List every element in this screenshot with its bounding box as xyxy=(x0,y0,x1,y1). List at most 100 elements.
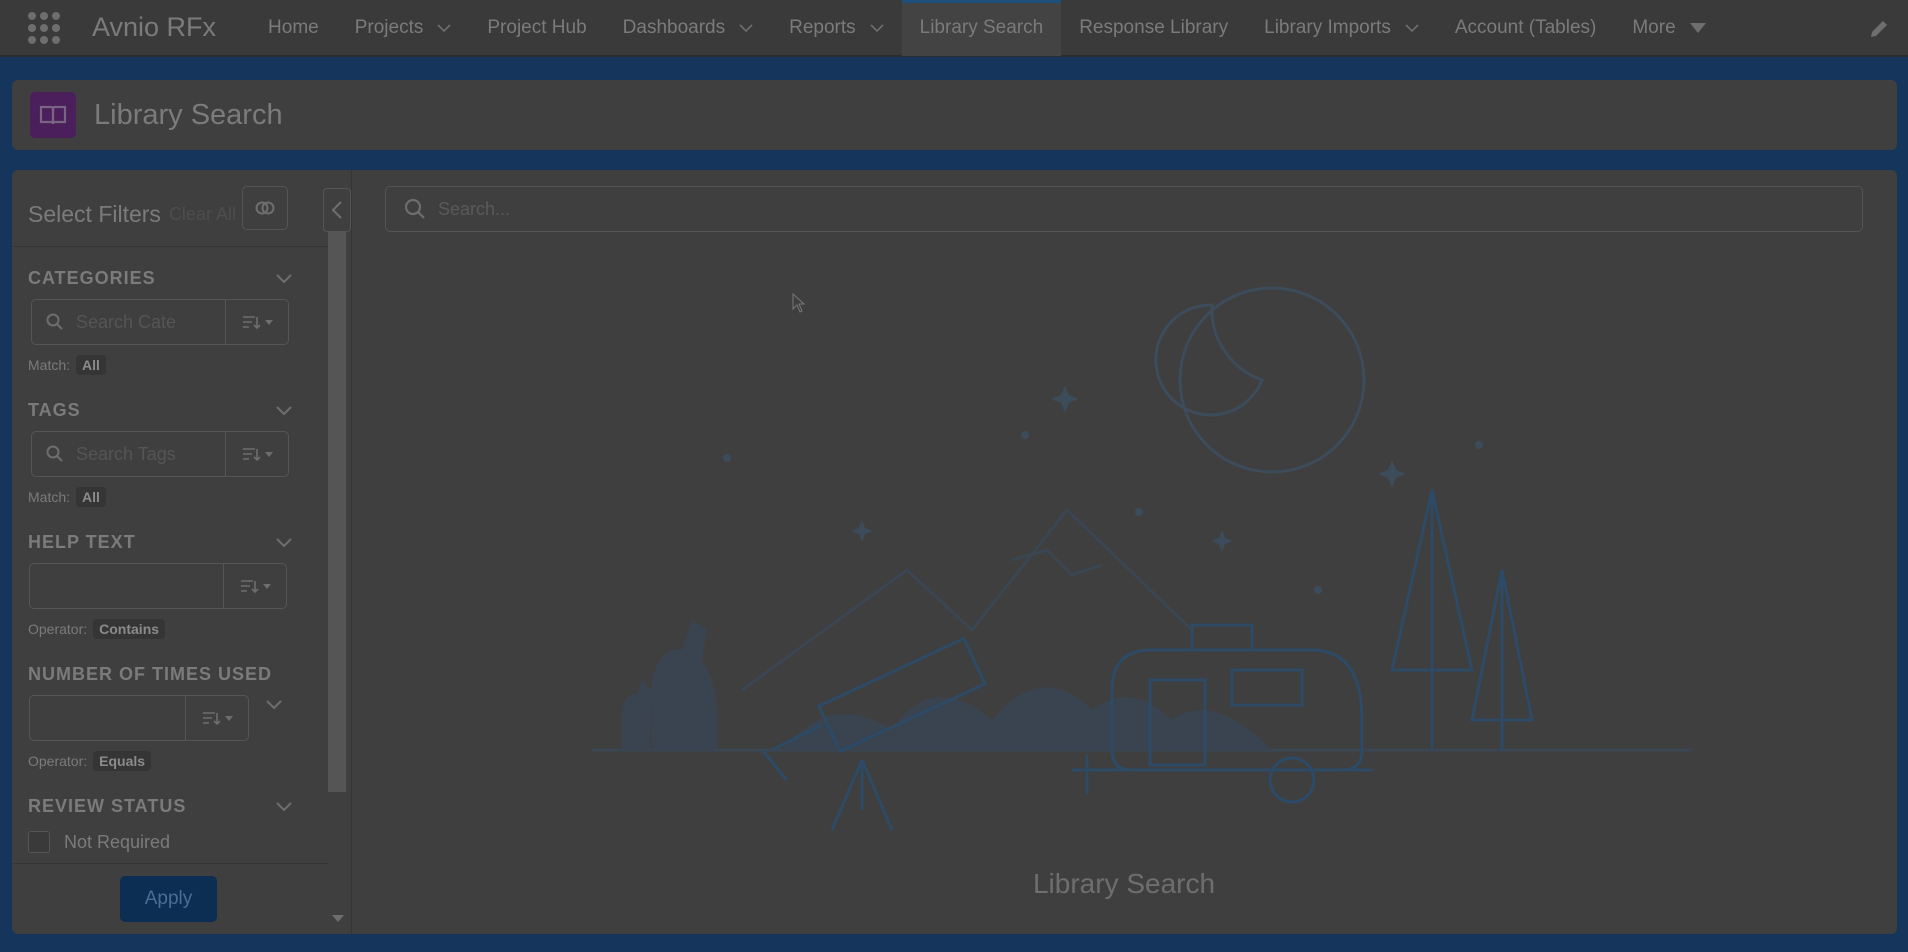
empty-state-title: Library Search xyxy=(1032,868,1216,899)
nav-library-imports-label: Library Imports xyxy=(1264,16,1391,38)
checkbox[interactable] xyxy=(28,831,50,853)
apply-button[interactable]: Apply xyxy=(120,876,217,922)
sort-icon xyxy=(203,712,221,726)
chevron-left-icon xyxy=(331,201,342,219)
review-status-title: REVIEW STATUS xyxy=(28,796,187,816)
chevron-down-icon[interactable] xyxy=(265,699,283,711)
collapse-sidebar-button[interactable] xyxy=(323,188,351,232)
caret-down-icon xyxy=(1689,22,1706,33)
search-icon xyxy=(404,198,425,219)
tags-search-input[interactable]: Search Tags xyxy=(32,432,226,476)
nav-projects-label: Projects xyxy=(354,16,424,38)
categories-section: CATEGORIES Search Cate Match: All xyxy=(28,268,293,375)
times-used-sort-button[interactable] xyxy=(186,696,248,740)
global-navigation: Avnio RFx Home Projects Project Hub Dash… xyxy=(0,0,1908,57)
nav-home-label: Home xyxy=(268,16,319,38)
help-text-sort-button[interactable] xyxy=(224,564,286,608)
help-text-section: HELP TEXT Operator: Contains xyxy=(28,532,293,639)
times-used-input[interactable] xyxy=(30,696,186,740)
match-label: Match: xyxy=(28,489,71,505)
app-name: Avnio RFx xyxy=(92,12,217,42)
sort-icon xyxy=(241,580,259,594)
times-used-operator-row: Operator: Equals xyxy=(28,751,293,771)
nav-response-library[interactable]: Response Library xyxy=(1061,0,1246,56)
sidebar-scrollbar[interactable] xyxy=(328,232,346,792)
tags-placeholder: Search Tags xyxy=(76,443,176,464)
tags-filter: Search Tags xyxy=(31,431,289,477)
nav-project-hub-label: Project Hub xyxy=(487,16,587,38)
chevron-down-icon[interactable] xyxy=(275,801,293,813)
mouse-cursor-icon xyxy=(792,293,806,313)
categories-filter: Search Cate xyxy=(31,299,289,345)
app-launcher-icon[interactable] xyxy=(26,10,62,46)
review-status-section: REVIEW STATUS Not Required xyxy=(28,796,293,853)
search-icon xyxy=(46,445,63,462)
empty-state-illustration xyxy=(592,286,1692,830)
filter-title: Select Filters xyxy=(28,200,161,227)
clear-all-link[interactable]: Clear All xyxy=(169,204,236,225)
help-text-title: HELP TEXT xyxy=(28,532,136,552)
caret-down-icon xyxy=(265,319,273,325)
nav-library-search[interactable]: Library Search xyxy=(901,0,1062,56)
nav-home[interactable]: Home xyxy=(250,0,337,56)
nav-reports[interactable]: Reports xyxy=(771,0,902,56)
nav-dashboards[interactable]: Dashboards xyxy=(605,0,771,56)
chevron-down-icon[interactable] xyxy=(275,405,293,417)
categories-match-row: Match: All xyxy=(28,355,293,375)
library-search-input[interactable]: Search... xyxy=(385,186,1863,232)
review-status-option[interactable]: Not Required xyxy=(28,831,293,853)
filter-sidebar: Select Filters Clear All CATEGORIES Sear… xyxy=(12,170,352,934)
nav-project-hub[interactable]: Project Hub xyxy=(469,0,604,56)
search-icon xyxy=(46,313,63,330)
caret-down-icon xyxy=(263,583,271,589)
nav-projects[interactable]: Projects xyxy=(337,0,470,56)
times-used-title: NUMBER OF TIMES USED xyxy=(28,664,273,684)
sort-icon xyxy=(243,448,261,462)
scroll-down-arrow-icon[interactable] xyxy=(332,915,344,922)
chevron-down-icon[interactable] xyxy=(275,273,293,285)
help-text-operator-row: Operator: Contains xyxy=(28,619,293,639)
nav-more-label: More xyxy=(1632,16,1676,38)
search-placeholder: Search... xyxy=(438,198,511,219)
match-badge[interactable]: All xyxy=(76,355,106,375)
book-icon xyxy=(30,92,76,138)
chevron-down-icon[interactable] xyxy=(1405,21,1419,35)
help-text-filter xyxy=(29,563,287,609)
categories-sort-button[interactable] xyxy=(226,300,288,344)
page-title: Library Search xyxy=(94,98,283,131)
chevron-down-icon[interactable] xyxy=(870,21,884,35)
categories-search-input[interactable]: Search Cate xyxy=(32,300,226,344)
divider xyxy=(12,246,328,247)
nav-account-tables-label: Account (Tables) xyxy=(1454,16,1597,38)
times-used-filter xyxy=(29,695,249,741)
nav-response-library-label: Response Library xyxy=(1079,16,1229,38)
nav-more[interactable]: More xyxy=(1614,0,1723,56)
match-badge[interactable]: All xyxy=(76,487,106,507)
help-text-input[interactable] xyxy=(30,564,224,608)
operator-label: Operator: xyxy=(28,753,88,769)
operator-badge[interactable]: Equals xyxy=(93,751,152,771)
edit-pencil-icon[interactable] xyxy=(1868,18,1890,40)
sort-icon xyxy=(243,316,261,330)
chevron-down-icon[interactable] xyxy=(275,537,293,549)
tags-section: TAGS Search Tags Match: All xyxy=(28,400,293,507)
nav-reports-label: Reports xyxy=(789,16,856,38)
tags-title: TAGS xyxy=(28,400,81,420)
times-used-section: NUMBER OF TIMES USED Operator: Equals xyxy=(28,664,293,771)
tags-sort-button[interactable] xyxy=(226,432,288,476)
main-content: Select Filters Clear All CATEGORIES Sear… xyxy=(12,170,1897,934)
operator-label: Operator: xyxy=(28,621,88,637)
tags-match-row: Match: All xyxy=(28,487,293,507)
chevron-down-icon[interactable] xyxy=(739,21,753,35)
operator-badge[interactable]: Contains xyxy=(93,619,166,639)
filter-logic-toggle-button[interactable] xyxy=(242,186,288,230)
caret-down-icon xyxy=(225,715,233,721)
nav-account-tables[interactable]: Account (Tables) xyxy=(1437,0,1615,56)
nav-library-search-label: Library Search xyxy=(919,16,1044,38)
caret-down-icon xyxy=(265,451,273,457)
match-label: Match: xyxy=(28,357,71,373)
nav-library-imports[interactable]: Library Imports xyxy=(1246,0,1437,56)
link-rings-icon xyxy=(255,201,275,215)
categories-title: CATEGORIES xyxy=(28,268,156,288)
chevron-down-icon[interactable] xyxy=(437,21,451,35)
